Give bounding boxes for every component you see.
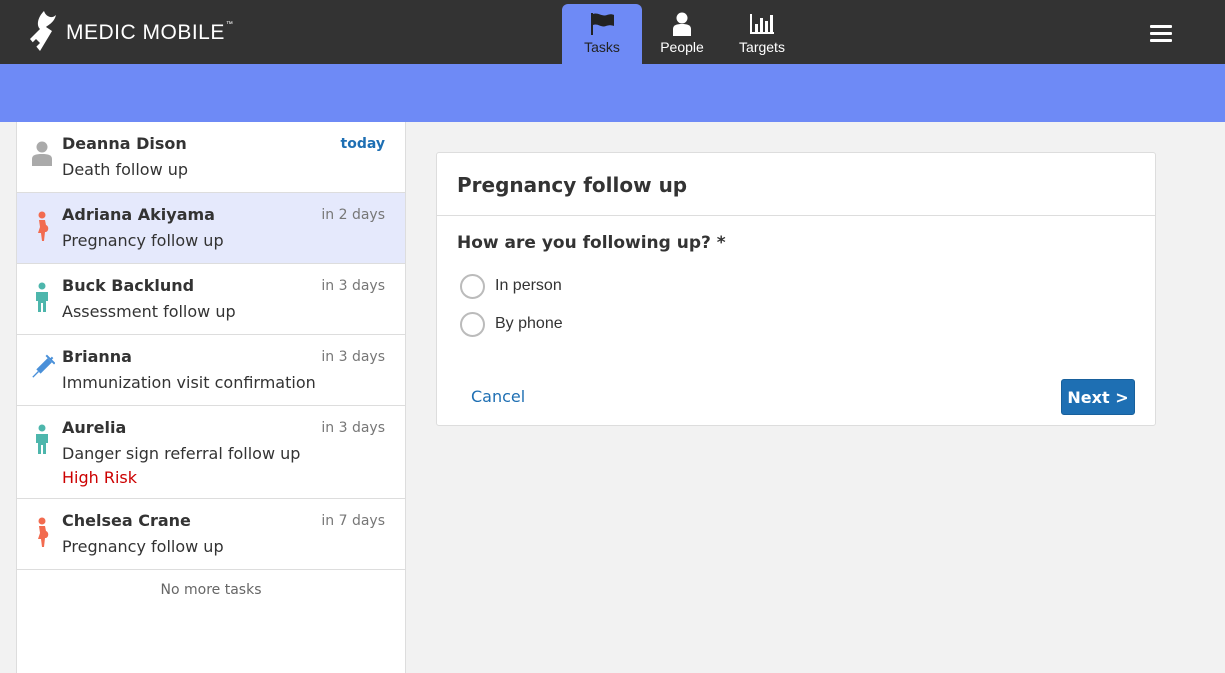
child-icon bbox=[36, 282, 48, 312]
tab-label: Tasks bbox=[584, 39, 620, 55]
task-due: in 7 days bbox=[321, 513, 385, 529]
task-name: Adriana Akiyama bbox=[62, 205, 215, 224]
tab-people[interactable]: People bbox=[642, 4, 722, 64]
task-item-brianna[interactable]: Brianna in 3 days Immunization visit con… bbox=[17, 335, 405, 406]
task-form-card: Pregnancy follow up How are you followin… bbox=[436, 152, 1156, 426]
cancel-button[interactable]: Cancel bbox=[471, 387, 525, 406]
task-description: Danger sign referral follow up bbox=[62, 444, 301, 463]
task-name: Brianna bbox=[62, 347, 132, 366]
task-description: Pregnancy follow up bbox=[62, 537, 224, 556]
hamburger-line bbox=[1150, 32, 1172, 35]
pregnant-woman-icon bbox=[38, 517, 49, 547]
form-question: How are you following up? * bbox=[457, 233, 726, 253]
task-description: Assessment follow up bbox=[62, 302, 236, 321]
hamburger-icon bbox=[1150, 25, 1172, 28]
task-item-buck-backlund[interactable]: Buck Backlund in 3 days Assessment follo… bbox=[17, 264, 405, 335]
option-in-person[interactable]: In person bbox=[460, 273, 562, 299]
top-navigation-bar: MEDIC MOBILE™ Tasks People Targets bbox=[0, 0, 1225, 64]
task-due: in 3 days bbox=[321, 420, 385, 436]
task-item-chelsea-crane[interactable]: Chelsea Crane in 7 days Pregnancy follow… bbox=[17, 499, 405, 570]
next-button[interactable]: Next > bbox=[1061, 379, 1135, 415]
person-icon bbox=[673, 12, 691, 36]
task-name: Deanna Dison bbox=[62, 134, 187, 153]
pregnant-woman-icon bbox=[38, 211, 49, 241]
tab-targets[interactable]: Targets bbox=[722, 4, 802, 64]
task-description: Immunization visit confirmation bbox=[62, 373, 316, 392]
tab-tasks[interactable]: Tasks bbox=[562, 4, 642, 64]
logo-text: MEDIC MOBILE™ bbox=[66, 21, 234, 44]
task-due: in 3 days bbox=[321, 278, 385, 294]
action-bar bbox=[0, 64, 1225, 122]
task-list: Deanna Dison today Death follow up Adria… bbox=[16, 122, 406, 673]
flag-icon bbox=[591, 13, 614, 35]
child-icon bbox=[36, 424, 48, 454]
bar-chart-icon bbox=[750, 14, 774, 34]
radio-button[interactable] bbox=[460, 273, 485, 299]
medic-mobile-logo[interactable]: MEDIC MOBILE™ bbox=[26, 6, 233, 56]
option-label: In person bbox=[495, 277, 562, 294]
person-grey-icon bbox=[32, 141, 52, 166]
form-title: Pregnancy follow up bbox=[437, 153, 1155, 216]
hamburger-menu-button[interactable] bbox=[1150, 25, 1172, 43]
tab-label: Targets bbox=[739, 39, 785, 55]
tab-label: People bbox=[660, 39, 704, 55]
task-name: Chelsea Crane bbox=[62, 511, 191, 530]
option-by-phone[interactable]: By phone bbox=[460, 311, 563, 337]
no-more-tasks-label: No more tasks bbox=[160, 582, 262, 598]
task-item-aurelia[interactable]: Aurelia in 3 days Danger sign referral f… bbox=[17, 406, 405, 499]
task-item-deanna-dison[interactable]: Deanna Dison today Death follow up bbox=[17, 122, 405, 193]
syringe-icon bbox=[32, 354, 55, 378]
task-due: in 2 days bbox=[321, 207, 385, 223]
task-due: today bbox=[340, 136, 385, 152]
task-name: Aurelia bbox=[62, 418, 127, 437]
high-risk-label: High Risk bbox=[62, 468, 138, 487]
task-description: Pregnancy follow up bbox=[62, 231, 224, 250]
radio-button[interactable] bbox=[460, 311, 485, 337]
task-description: Death follow up bbox=[62, 160, 189, 179]
task-name: Buck Backlund bbox=[62, 276, 195, 295]
option-label: By phone bbox=[495, 315, 563, 332]
medic-mobile-logo-icon bbox=[30, 11, 56, 51]
task-item-adriana-akiyama[interactable]: Adriana Akiyama in 2 days Pregnancy foll… bbox=[17, 193, 405, 264]
task-due: in 3 days bbox=[321, 349, 385, 365]
hamburger-line bbox=[1150, 39, 1172, 42]
